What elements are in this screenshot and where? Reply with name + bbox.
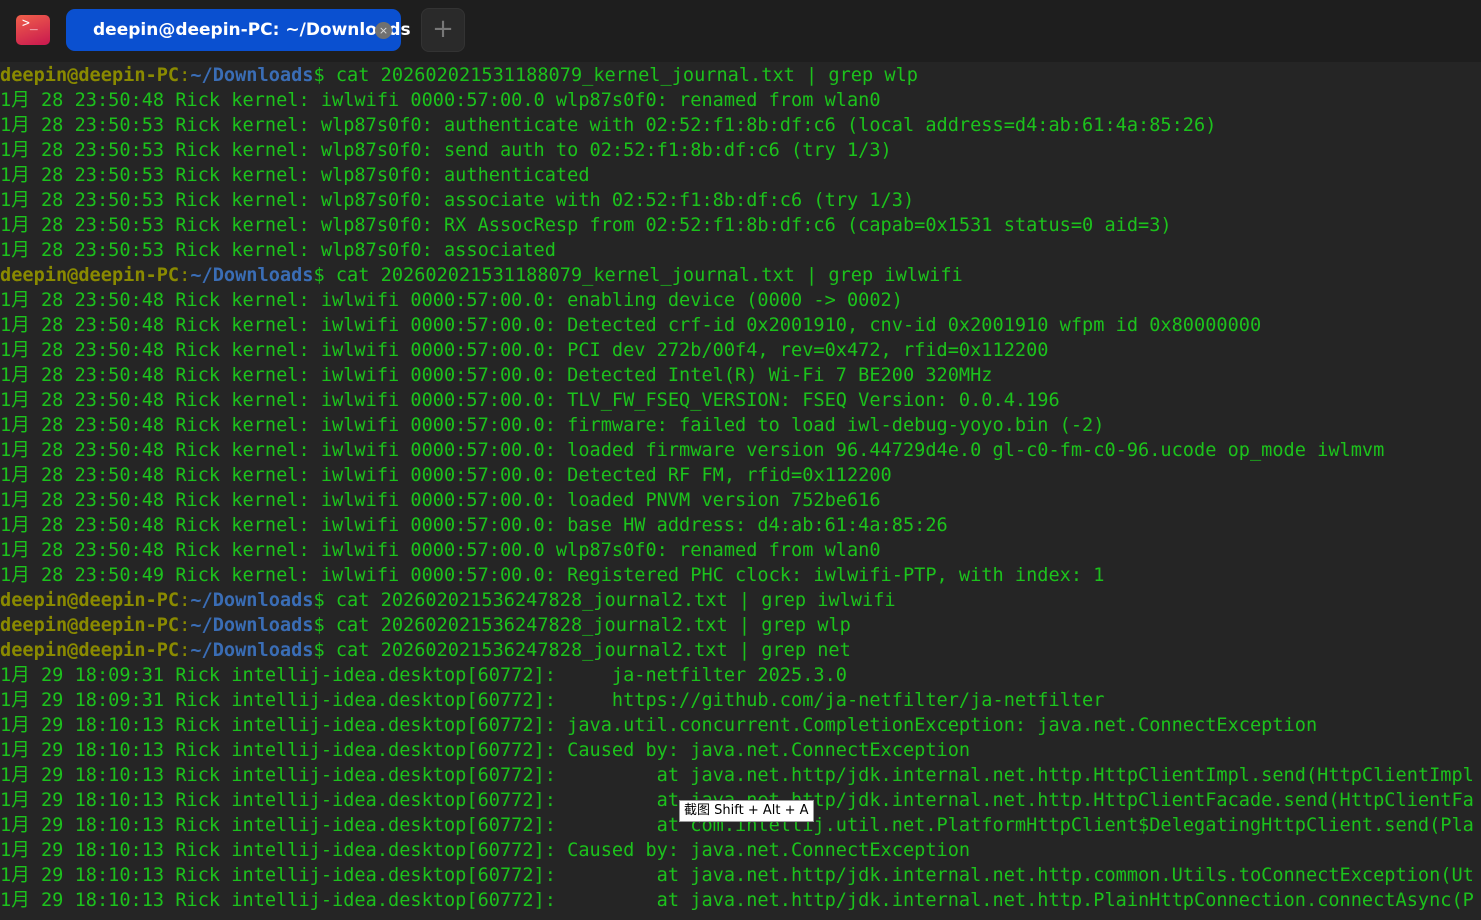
prompt-colon: : xyxy=(179,615,191,636)
prompt-user: deepin@deepin-PC xyxy=(0,265,180,286)
output-line: 1月 28 23:50:48 Rick kernel: iwlwifi 0000… xyxy=(0,540,881,561)
prompt-line: deepin@deepin-PC:~/Downloads$ cat 202602… xyxy=(0,638,1481,663)
output-line: 1月 28 23:50:48 Rick kernel: iwlwifi 0000… xyxy=(0,315,1262,336)
prompt-colon: : xyxy=(179,640,191,661)
prompt-path: ~/Downloads xyxy=(190,65,314,86)
prompt-colon: : xyxy=(179,590,191,611)
output-line: 1月 28 23:50:48 Rick kernel: iwlwifi 0000… xyxy=(0,515,948,536)
output-line: 1月 29 18:09:31 Rick intellij-idea.deskto… xyxy=(0,665,847,686)
output-line: 1月 29 18:10:13 Rick intellij-idea.deskto… xyxy=(0,865,1474,886)
prompt-colon: : xyxy=(179,265,191,286)
prompt-user: deepin@deepin-PC xyxy=(0,590,180,611)
prompt-path: ~/Downloads xyxy=(190,615,314,636)
output-line: 1月 28 23:50:53 Rick kernel: wlp87s0f0: a… xyxy=(0,240,556,261)
new-tab-button[interactable]: + xyxy=(421,8,465,52)
prompt-line: deepin@deepin-PC:~/Downloads$ cat 202602… xyxy=(0,263,1481,288)
prompt-dollar: $ xyxy=(313,265,325,286)
output-line: 1月 28 23:50:53 Rick kernel: wlp87s0f0: s… xyxy=(0,140,892,161)
prompt-line: deepin@deepin-PC:~/Downloads$ cat 202602… xyxy=(0,588,1481,613)
output-line: 1月 29 18:10:13 Rick intellij-idea.deskto… xyxy=(0,715,1318,736)
output-line: 1月 28 23:50:48 Rick kernel: iwlwifi 0000… xyxy=(0,465,892,486)
prompt-line: deepin@deepin-PC:~/Downloads$ cat 202602… xyxy=(0,63,1481,88)
output-line: 1月 28 23:50:48 Rick kernel: iwlwifi 0000… xyxy=(0,490,881,511)
output-line: 1月 28 23:50:48 Rick kernel: iwlwifi 0000… xyxy=(0,365,993,386)
output-line: 1月 28 23:50:53 Rick kernel: wlp87s0f0: a… xyxy=(0,115,1217,136)
prompt-dollar: $ xyxy=(313,590,325,611)
command-text: cat 202602021536247828_journal2.txt | gr… xyxy=(324,640,851,661)
output-line: 1月 28 23:50:53 Rick kernel: wlp87s0f0: R… xyxy=(0,215,1172,236)
output-line: 1月 28 23:50:49 Rick kernel: iwlwifi 0000… xyxy=(0,565,1105,586)
prompt-dollar: $ xyxy=(313,65,325,86)
tab-bar: >_ deepin@deepin-PC: ~/Downloads × + xyxy=(0,0,1481,62)
output-line: 1月 28 23:50:53 Rick kernel: wlp87s0f0: a… xyxy=(0,190,915,211)
output-line: 1月 29 18:09:31 Rick intellij-idea.deskto… xyxy=(0,690,1105,711)
prompt-user: deepin@deepin-PC xyxy=(0,615,180,636)
output-line: 1月 29 18:10:13 Rick intellij-idea.deskto… xyxy=(0,840,971,861)
prompt-user: deepin@deepin-PC xyxy=(0,65,180,86)
command-text: cat 202602021536247828_journal2.txt | gr… xyxy=(324,590,896,611)
output-line: 1月 28 23:50:48 Rick kernel: iwlwifi 0000… xyxy=(0,340,1049,361)
output-line: 1月 28 23:50:48 Rick kernel: iwlwifi 0000… xyxy=(0,390,1060,411)
prompt-dollar: $ xyxy=(313,640,325,661)
command-text: cat 202602021531188079_kernel_journal.tx… xyxy=(324,65,918,86)
tab-active[interactable]: deepin@deepin-PC: ~/Downloads × xyxy=(66,9,411,51)
output-line: 1月 28 23:50:48 Rick kernel: iwlwifi 0000… xyxy=(0,90,881,111)
screenshot-tooltip: 截图 Shift + Alt + A xyxy=(679,800,814,822)
output-line: 1月 28 23:50:53 Rick kernel: wlp87s0f0: a… xyxy=(0,165,590,186)
close-icon[interactable]: × xyxy=(375,22,392,39)
prompt-line: deepin@deepin-PC:~/Downloads$ cat 202602… xyxy=(0,613,1481,638)
output-line: 1月 29 18:10:13 Rick intellij-idea.deskto… xyxy=(0,890,1474,911)
output-line: 1月 28 23:50:48 Rick kernel: iwlwifi 0000… xyxy=(0,290,903,311)
prompt-colon: : xyxy=(179,65,191,86)
prompt-path: ~/Downloads xyxy=(190,265,314,286)
output-line: 1月 28 23:50:48 Rick kernel: iwlwifi 0000… xyxy=(0,440,1385,461)
command-text: cat 202602021531188079_kernel_journal.tx… xyxy=(324,265,963,286)
prompt-user: deepin@deepin-PC xyxy=(0,640,180,661)
output-line: 1月 29 18:10:13 Rick intellij-idea.deskto… xyxy=(0,765,1474,786)
command-text: cat 202602021536247828_journal2.txt | gr… xyxy=(324,615,851,636)
prompt-path: ~/Downloads xyxy=(190,640,314,661)
tab-title: deepin@deepin-PC: ~/Downloads xyxy=(93,20,411,40)
prompt-dollar: $ xyxy=(313,615,325,636)
terminal-icon[interactable]: >_ xyxy=(16,15,50,45)
terminal-output[interactable]: deepin@deepin-PC:~/Downloads$ cat 202602… xyxy=(0,63,1481,913)
output-line: 1月 29 18:10:13 Rick intellij-idea.deskto… xyxy=(0,740,971,761)
output-line: 1月 28 23:50:48 Rick kernel: iwlwifi 0000… xyxy=(0,415,1105,436)
prompt-path: ~/Downloads xyxy=(190,590,314,611)
